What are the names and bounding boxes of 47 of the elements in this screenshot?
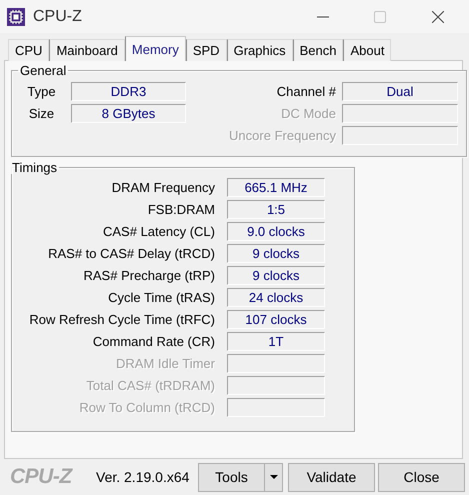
tab[interactable]: Mainboard xyxy=(49,39,125,61)
dropdown-button[interactable] xyxy=(265,462,283,492)
value-field: 24 clocks xyxy=(227,288,325,307)
tab[interactable]: Bench xyxy=(292,39,344,61)
field-label: Command Rate (CR) xyxy=(92,334,215,349)
group-title: Timings xyxy=(11,161,58,174)
close-icon[interactable] xyxy=(432,10,444,22)
tab[interactable]: SPD xyxy=(186,39,227,61)
value-field: 9.0 clocks xyxy=(227,222,325,241)
field-label: CAS# Latency (CL) xyxy=(102,224,215,239)
action-button[interactable]: Close xyxy=(378,462,465,492)
field-label: Row Refresh Cycle Time (tRFC) xyxy=(28,312,215,327)
value-field: DDR3 xyxy=(71,82,186,101)
action-button[interactable]: Validate xyxy=(288,462,375,492)
value-field: 665.1 MHz xyxy=(227,178,325,197)
field-label: DRAM Frequency xyxy=(110,180,215,195)
tab[interactable]: Memory xyxy=(124,36,186,61)
window-title: CPU-Z xyxy=(33,8,82,26)
field-label: RAS# Precharge (tRP) xyxy=(82,268,215,283)
field-label: DC Mode xyxy=(280,106,336,121)
field-label: Type xyxy=(26,84,57,99)
tab[interactable]: Graphics xyxy=(226,39,293,61)
tab[interactable]: CPU xyxy=(8,39,50,61)
tools-button[interactable]: Tools xyxy=(198,462,265,492)
field-label: DRAM Idle Timer xyxy=(115,356,215,371)
field-label: Cycle Time (tRAS) xyxy=(107,290,215,305)
value-field: 9 clocks xyxy=(227,244,325,263)
field-label: Size xyxy=(28,106,56,121)
app-icon xyxy=(7,8,25,26)
field-label: FSB:DRAM xyxy=(146,202,215,217)
value-field: 1:5 xyxy=(227,200,325,219)
value-field: 107 clocks xyxy=(227,310,325,329)
value-field: Dual xyxy=(342,82,458,101)
field-label: RAS# to CAS# Delay (tRCD) xyxy=(47,246,215,261)
value-field: 9 clocks xyxy=(227,266,325,285)
version-label: Ver. 2.19.0.x64 xyxy=(96,469,190,485)
field-label: Uncore Frequency xyxy=(228,128,336,143)
group-title: General xyxy=(19,64,68,77)
logo-text: CPU-Z xyxy=(10,465,74,489)
minimize-icon[interactable] xyxy=(317,16,329,18)
field-label: Total CAS# (tRDRAM) xyxy=(85,378,215,393)
field-label: Channel # xyxy=(276,84,336,99)
field-label: Row To Column (tRCD) xyxy=(78,400,215,415)
caret-icon xyxy=(270,475,278,479)
tab[interactable]: About xyxy=(343,39,392,61)
value-field: 1T xyxy=(227,332,325,351)
value-field: 8 GBytes xyxy=(71,104,186,123)
